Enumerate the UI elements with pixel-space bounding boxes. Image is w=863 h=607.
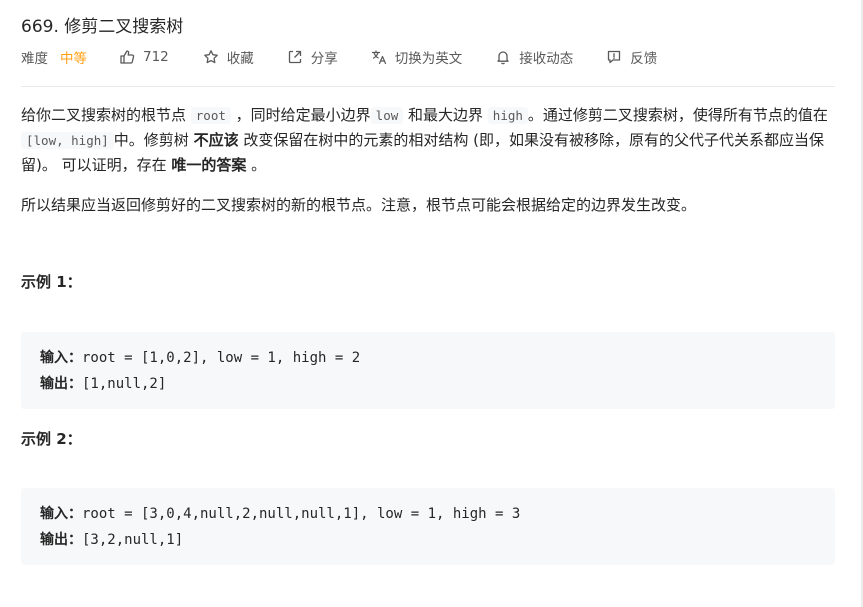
inline-code-high: high bbox=[487, 107, 528, 124]
desc-text: 中。修剪树 bbox=[113, 131, 194, 149]
star-icon bbox=[203, 49, 219, 65]
problem-description: 给你二叉搜索树的根节点 root ，同时给定最小边界 low 和最大边界 high… bbox=[21, 103, 836, 218]
share-button[interactable]: 分享 bbox=[287, 47, 338, 67]
like-count: 712 bbox=[143, 49, 169, 65]
example-1-input: root = [1,0,2], low = 1, high = 2 bbox=[82, 350, 361, 366]
inline-code-range: [low, high] bbox=[21, 132, 114, 149]
example-1-output-line: 输出：[1,null,2] bbox=[40, 371, 816, 397]
problem-title: 669. 修剪二叉搜索树 bbox=[21, 17, 184, 37]
inline-code-low: low bbox=[370, 107, 404, 124]
example-2-output: [3,2,null,1] bbox=[82, 532, 184, 548]
problem-page: 669. 修剪二叉搜索树 难度 中等 712 收藏 分享 切换为英文 接收动态 … bbox=[0, 0, 863, 607]
example-1-title: 示例 1： bbox=[21, 273, 82, 291]
feedback-icon bbox=[606, 49, 622, 65]
example-1-code-block: 输入：root = [1,0,2], low = 1, high = 2 输出：… bbox=[21, 332, 835, 409]
emphasis-unique-answer: 唯一的答案 bbox=[171, 156, 247, 174]
feedback-button[interactable]: 反馈 bbox=[606, 47, 657, 67]
example-2-input: root = [3,0,4,null,2,null,null,1], low =… bbox=[82, 506, 521, 522]
example-1-input-line: 输入：root = [1,0,2], low = 1, high = 2 bbox=[40, 345, 816, 371]
description-paragraph-2: 所以结果应当返回修剪好的二叉搜索树的新的根节点。注意，根节点可能会根据给定的边界… bbox=[21, 196, 697, 214]
example-2-code-block: 输入：root = [3,0,4,null,2,null,null,1], lo… bbox=[21, 488, 835, 565]
difficulty-label: 难度 bbox=[21, 51, 48, 67]
example-2-input-line: 输入：root = [3,0,4,null,2,null,null,1], lo… bbox=[40, 501, 816, 527]
input-label: 输入： bbox=[40, 506, 82, 522]
notify-label: 接收动态 bbox=[519, 51, 574, 67]
desc-text: 给你二叉搜索树的根节点 bbox=[21, 106, 191, 124]
collect-button[interactable]: 收藏 bbox=[203, 47, 254, 67]
notify-button[interactable]: 接收动态 bbox=[495, 47, 573, 67]
difficulty-value: 中等 bbox=[60, 51, 87, 67]
example-1-output: [1,null,2] bbox=[82, 376, 167, 392]
collect-label: 收藏 bbox=[226, 51, 254, 67]
example-2-output-line: 输出：[3,2,null,1] bbox=[40, 527, 816, 553]
thumbs-up-icon bbox=[119, 49, 135, 65]
output-label: 输出： bbox=[40, 376, 82, 392]
input-label: 输入： bbox=[40, 350, 82, 366]
share-icon bbox=[287, 49, 303, 65]
description-paragraph-1: 给你二叉搜索树的根节点 root ，同时给定最小边界 low 和最大边界 high… bbox=[21, 103, 836, 178]
translate-icon bbox=[371, 49, 387, 65]
emphasis-should-not: 不应该 bbox=[193, 131, 239, 149]
switch-language-label: 切换为英文 bbox=[394, 51, 463, 67]
example-2-title: 示例 2： bbox=[21, 430, 82, 448]
feedback-label: 反馈 bbox=[630, 51, 658, 67]
problem-meta-bar: 难度 中等 712 收藏 分享 切换为英文 接收动态 反馈 bbox=[21, 46, 657, 68]
desc-text: 。 bbox=[246, 156, 267, 174]
desc-text: ，同时给定最小边界 bbox=[230, 106, 371, 124]
like-button[interactable]: 712 bbox=[119, 49, 169, 65]
header-divider bbox=[21, 86, 835, 87]
switch-language-button[interactable]: 切换为英文 bbox=[371, 47, 463, 67]
bell-icon bbox=[495, 49, 511, 65]
desc-text: 。通过修剪二叉搜索树，使得所有节点的值在 bbox=[527, 106, 828, 124]
desc-text: 和最大边界 bbox=[403, 106, 488, 124]
share-label: 分享 bbox=[310, 51, 338, 67]
output-label: 输出： bbox=[40, 532, 82, 548]
inline-code-root: root bbox=[190, 107, 231, 124]
